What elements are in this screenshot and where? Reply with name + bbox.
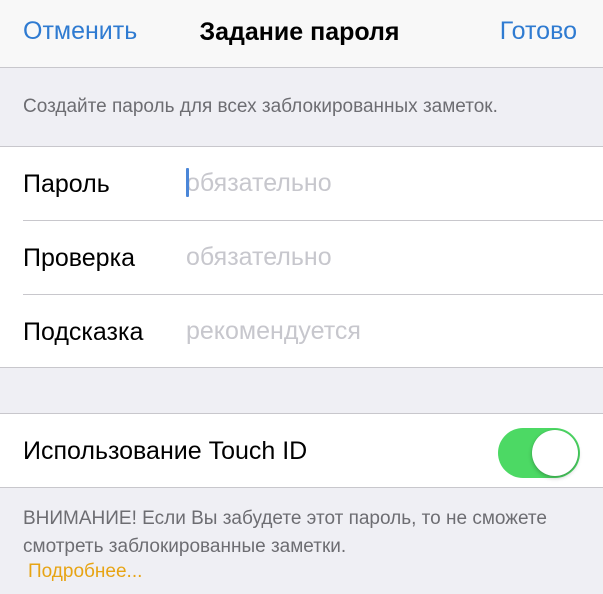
touch-id-label: Использование Touch ID xyxy=(23,437,308,465)
more-link[interactable]: Подробнее... xyxy=(28,561,142,583)
verify-row[interactable]: Проверка xyxy=(0,221,603,295)
hint-field[interactable] xyxy=(186,313,586,349)
hint-row[interactable]: Подсказка xyxy=(0,295,603,369)
password-fields-group: Пароль Проверка Подсказка xyxy=(0,146,603,368)
password-row[interactable]: Пароль xyxy=(0,147,603,221)
section-header: Создайте пароль для всех заблокированных… xyxy=(23,96,498,117)
touch-id-group: Использование Touch ID xyxy=(0,413,603,488)
page-title-text: Задание пароля xyxy=(199,18,400,46)
password-label: Пароль xyxy=(23,170,110,198)
verify-field[interactable] xyxy=(186,239,586,275)
toggle-knob xyxy=(532,430,578,476)
warning-text: ВНИМАНИЕ! Если Вы забудете этот пароль, … xyxy=(23,508,547,557)
hint-label: Подсказка xyxy=(23,318,144,346)
password-field[interactable] xyxy=(186,165,586,201)
verify-label: Проверка xyxy=(23,244,135,272)
cancel-button[interactable]: Отменить xyxy=(23,17,137,46)
done-button[interactable]: Готово xyxy=(500,17,577,46)
text-cursor xyxy=(186,168,189,197)
touch-id-toggle[interactable] xyxy=(498,428,580,478)
navigation-bar: Отменить Задание пароля Готово xyxy=(0,0,603,68)
